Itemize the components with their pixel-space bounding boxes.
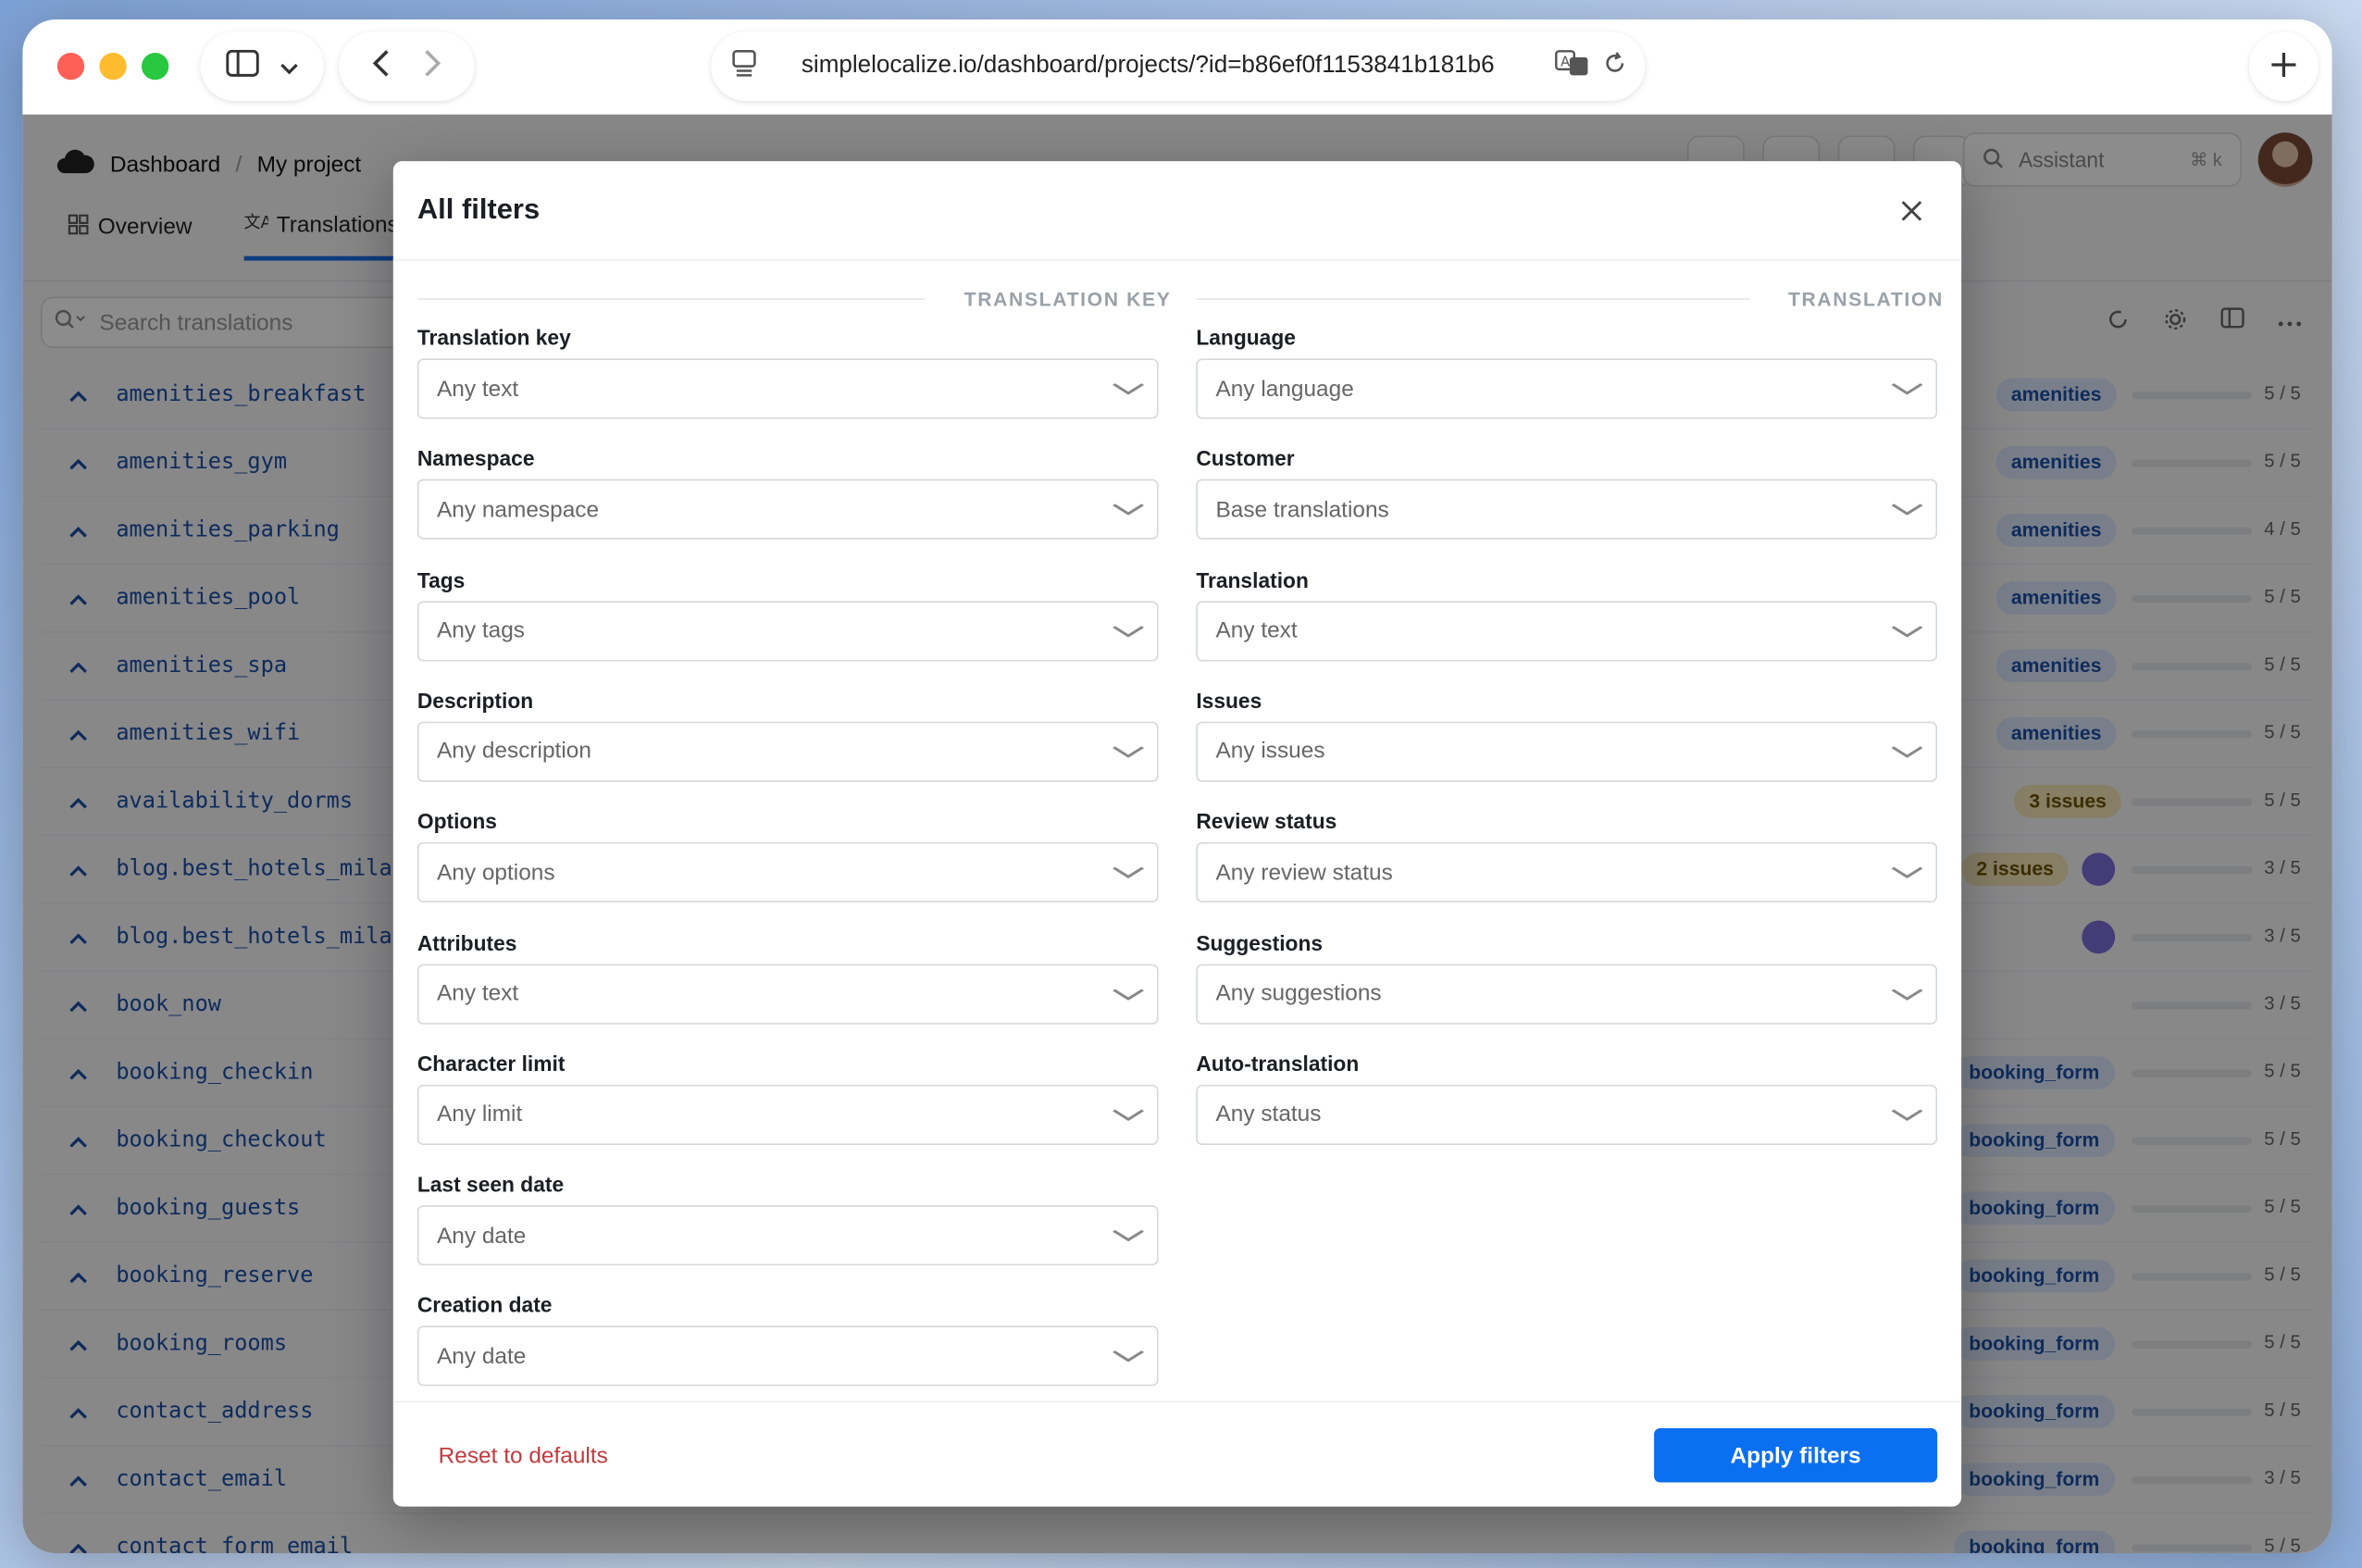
dialog-footer: Reset to defaults Apply filters — [392, 1400, 1962, 1507]
filter-select[interactable]: Any language — [1196, 358, 1938, 419]
filter-select[interactable]: Any limit — [416, 1084, 1159, 1145]
filter-value: Any limit — [437, 1101, 523, 1127]
filter-select[interactable]: Any issues — [1196, 721, 1938, 782]
chevron-down-icon — [1112, 862, 1145, 883]
chevron-down-icon — [1112, 499, 1145, 520]
chevron-down-icon — [1112, 1346, 1145, 1367]
filter-select[interactable]: Base translations — [1196, 479, 1938, 541]
filter-select[interactable]: Any status — [1196, 1084, 1938, 1145]
chevron-down-icon — [1112, 379, 1145, 400]
section-heading-translation: TRANSLATION — [1787, 287, 1944, 311]
translate-icon[interactable]: A — [1555, 49, 1591, 83]
filter-value: Any date — [437, 1222, 527, 1249]
filter-select[interactable]: Any tags — [416, 600, 1159, 661]
filter-value: Any tags — [437, 617, 526, 644]
filter-label: Auto-translation — [1196, 1051, 1360, 1076]
filter-value: Any review status — [1215, 859, 1393, 886]
filter-label: Issues — [1196, 688, 1262, 713]
chevron-down-icon — [1112, 1225, 1145, 1246]
new-tab-button[interactable] — [2249, 31, 2318, 102]
filter-select[interactable]: Any options — [416, 842, 1159, 903]
svg-text:A: A — [1560, 54, 1570, 69]
chevron-down-icon — [1890, 1104, 1923, 1126]
filter-value: Any status — [1215, 1101, 1322, 1127]
filter-select[interactable]: Any text — [416, 358, 1159, 419]
filter-label: Creation date — [416, 1293, 553, 1318]
chevron-down-icon — [1112, 1104, 1145, 1126]
plus-icon — [2269, 43, 2299, 89]
filter-value: Any namespace — [437, 496, 600, 523]
filter-value: Any text — [1215, 617, 1298, 644]
chevron-down-icon — [1112, 983, 1145, 1004]
url-text[interactable]: simplelocalize.io/dashboard/projects/?id… — [802, 53, 1531, 80]
chevron-down-icon — [1890, 499, 1923, 520]
filter-select[interactable]: Any description — [416, 721, 1159, 782]
chevron-down-icon — [1890, 379, 1923, 400]
reload-icon[interactable] — [1603, 51, 1627, 82]
reset-to-defaults-button[interactable]: Reset to defaults — [439, 1443, 608, 1469]
filter-select[interactable]: Any text — [1196, 600, 1938, 661]
filter-label: Tags — [416, 566, 466, 591]
filter-label: Translation — [1196, 566, 1309, 591]
chevron-down-icon — [1112, 741, 1145, 763]
filter-label: Description — [416, 688, 534, 713]
filter-value: Any text — [437, 376, 519, 402]
address-bar[interactable]: simplelocalize.io/dashboard/projects/?id… — [711, 31, 1646, 102]
close-window-button[interactable] — [56, 52, 85, 81]
filter-label: Suggestions — [1196, 930, 1324, 955]
section-divider — [1196, 298, 1751, 300]
browser-toolbar: simplelocalize.io/dashboard/projects/?id… — [22, 19, 2332, 115]
filter-value: Any issues — [1215, 739, 1325, 765]
filter-value: Any options — [437, 859, 555, 886]
chevron-down-icon — [1890, 741, 1923, 763]
chevron-down-icon — [1112, 620, 1145, 641]
chevron-down-icon — [1890, 620, 1923, 641]
filter-select[interactable]: Any review status — [1196, 842, 1938, 903]
all-filters-dialog: All filters TRANSLATION KEY TRANSLATION … — [392, 161, 1962, 1507]
close-icon[interactable] — [1901, 192, 1922, 230]
filter-select[interactable]: Any date — [416, 1205, 1159, 1266]
section-heading-translation-key: TRANSLATION KEY — [963, 287, 1172, 311]
apply-filters-button[interactable]: Apply filters — [1654, 1427, 1938, 1483]
filter-label: Last seen date — [416, 1172, 565, 1197]
dialog-title: All filters — [416, 193, 541, 227]
filter-value: Base translations — [1215, 496, 1389, 523]
filter-value: Any language — [1215, 376, 1354, 402]
filter-label: Customer — [1196, 446, 1295, 471]
page-settings-icon[interactable] — [732, 49, 756, 83]
filter-label: Options — [416, 809, 497, 834]
filter-label: Attributes — [416, 930, 517, 955]
section-divider — [416, 298, 926, 300]
minimize-window-button[interactable] — [99, 52, 127, 81]
filter-label: Namespace — [416, 446, 535, 471]
sidebar-icon — [226, 49, 259, 83]
filter-value: Any suggestions — [1215, 980, 1382, 1007]
filter-select[interactable]: Any text — [416, 963, 1159, 1024]
dialog-header: All filters — [392, 161, 1962, 261]
navigation-buttons — [339, 31, 475, 102]
filter-select[interactable]: Any suggestions — [1196, 963, 1938, 1024]
filter-label: Translation key — [416, 325, 571, 350]
forward-icon[interactable] — [423, 47, 441, 85]
filter-value: Any date — [437, 1343, 527, 1370]
zoom-window-button[interactable] — [141, 52, 169, 81]
chevron-down-icon — [1890, 862, 1923, 883]
filter-select[interactable]: Any namespace — [416, 479, 1159, 541]
filter-label: Review status — [1196, 809, 1337, 834]
chevron-down-icon — [1890, 983, 1923, 1004]
filter-label: Character limit — [416, 1051, 566, 1076]
filter-value: Any description — [437, 739, 591, 765]
sidebar-toggle-button[interactable] — [200, 31, 324, 102]
back-icon[interactable] — [372, 47, 391, 85]
chevron-down-icon — [280, 51, 299, 82]
filter-value: Any text — [437, 980, 519, 1007]
filter-select[interactable]: Any date — [416, 1325, 1159, 1388]
filter-label: Language — [1196, 325, 1296, 350]
